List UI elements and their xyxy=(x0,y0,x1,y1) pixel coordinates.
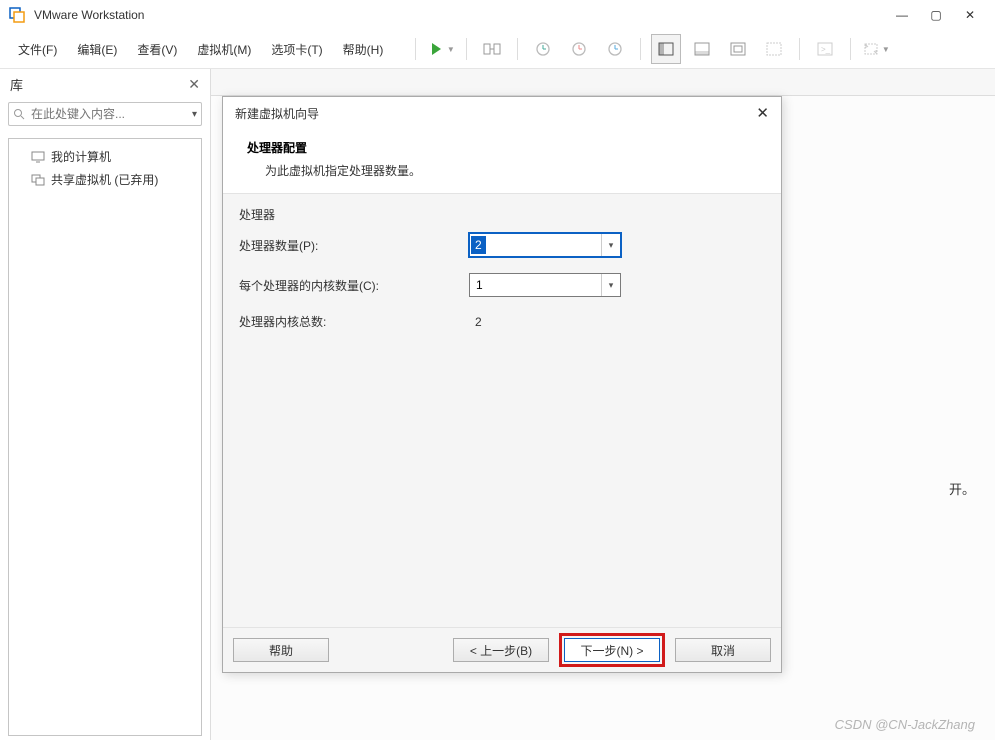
next-button[interactable]: 下一步(N) > xyxy=(564,638,660,662)
group-title: 处理器 xyxy=(239,206,765,223)
clock-icon-3[interactable] xyxy=(600,34,630,64)
dialog-title: 新建虚拟机向导 xyxy=(235,105,319,122)
cores-per-processor-label: 每个处理器的内核数量(C): xyxy=(239,277,469,294)
sidebar-search[interactable]: ▾ xyxy=(8,102,202,126)
total-cores-value: 2 xyxy=(469,315,482,329)
dialog-subheading: 为此虚拟机指定处理器数量。 xyxy=(247,162,757,179)
svg-text:>_: >_ xyxy=(821,45,831,54)
dialog-body: 处理器 处理器数量(P): 2 ▾ 每个处理器的内核数量(C): 1 ▾ xyxy=(223,193,781,627)
processor-count-value: 2 xyxy=(471,236,486,254)
tab-strip xyxy=(211,69,995,96)
tree-item-my-computer[interactable]: 我的计算机 xyxy=(13,145,197,168)
menu-edit[interactable]: 编辑(E) xyxy=(67,37,127,62)
snapshot-button[interactable] xyxy=(477,34,507,64)
stretch-button[interactable]: ▼ xyxy=(861,34,891,64)
dropdown-icon: ▼ xyxy=(447,45,455,54)
menubar: 文件(F) 编辑(E) 查看(V) 虚拟机(M) 选项卡(T) 帮助(H) xyxy=(0,36,401,62)
dialog-footer: 帮助 < 上一步(B) 下一步(N) > 取消 xyxy=(223,627,781,672)
processor-group: 处理器 处理器数量(P): 2 ▾ 每个处理器的内核数量(C): 1 ▾ xyxy=(227,198,777,350)
menu-help[interactable]: 帮助(H) xyxy=(333,37,394,62)
toolbar-separator xyxy=(415,38,416,60)
toolbar-separator xyxy=(640,38,641,60)
window-controls: — ▢ ✕ xyxy=(885,3,987,27)
view-thumbnail-button[interactable] xyxy=(687,34,717,64)
cores-per-processor-row: 每个处理器的内核数量(C): 1 ▾ xyxy=(239,273,765,297)
sidebar-tree: 我的计算机 共享虚拟机 (已弃用) xyxy=(8,138,202,736)
toolbar: ▼ >_ ▼ xyxy=(401,30,995,68)
dialog-header: 处理器配置 为此虚拟机指定处理器数量。 xyxy=(223,129,781,193)
total-cores-label: 处理器内核总数: xyxy=(239,313,469,330)
search-input[interactable] xyxy=(29,104,192,124)
menu-tabs[interactable]: 选项卡(T) xyxy=(261,37,332,62)
view-fullscreen-button[interactable] xyxy=(723,34,753,64)
processor-count-row: 处理器数量(P): 2 ▾ xyxy=(239,233,765,257)
power-on-button[interactable]: ▼ xyxy=(426,34,456,64)
app-icon xyxy=(8,6,26,24)
back-button[interactable]: < 上一步(B) xyxy=(453,638,549,662)
menu-vm[interactable]: 虚拟机(M) xyxy=(187,37,261,62)
view-sidebar-button[interactable] xyxy=(651,34,681,64)
toolbar-separator xyxy=(517,38,518,60)
tree-item-label: 共享虚拟机 (已弃用) xyxy=(51,171,158,188)
toolbar-separator xyxy=(850,38,851,60)
clock-icon-1[interactable] xyxy=(528,34,558,64)
processor-count-label: 处理器数量(P): xyxy=(239,237,469,254)
maximize-button[interactable]: ▢ xyxy=(919,3,953,27)
background-text-fragment: 开。 xyxy=(949,479,975,498)
toolbar-separator xyxy=(799,38,800,60)
search-dropdown-icon[interactable]: ▾ xyxy=(192,109,197,120)
clock-icon-2[interactable] xyxy=(564,34,594,64)
shared-icon xyxy=(31,173,45,187)
dialog-titlebar[interactable]: 新建虚拟机向导 ✕ xyxy=(223,97,781,129)
sidebar: 库 ✕ ▾ 我的计算机 共享虚拟机 (已弃用) xyxy=(0,69,211,740)
dialog-heading: 处理器配置 xyxy=(247,139,757,156)
new-vm-wizard-dialog: 新建虚拟机向导 ✕ 处理器配置 为此虚拟机指定处理器数量。 处理器 处理器数量(… xyxy=(222,96,782,673)
cores-per-processor-select[interactable]: 1 ▾ xyxy=(469,273,621,297)
monitor-icon xyxy=(31,150,45,164)
console-button[interactable]: >_ xyxy=(810,34,840,64)
menu-view[interactable]: 查看(V) xyxy=(127,37,187,62)
chevron-down-icon: ▾ xyxy=(601,234,620,256)
close-button[interactable]: ✕ xyxy=(953,3,987,27)
app-title: VMware Workstation xyxy=(34,8,144,22)
search-icon xyxy=(13,108,25,120)
minimize-button[interactable]: — xyxy=(885,3,919,27)
cores-per-processor-value: 1 xyxy=(470,278,601,292)
total-cores-row: 处理器内核总数: 2 xyxy=(239,313,765,330)
toolbar-separator xyxy=(466,38,467,60)
sidebar-close-button[interactable]: ✕ xyxy=(188,76,200,93)
processor-count-select[interactable]: 2 ▾ xyxy=(469,233,621,257)
help-button[interactable]: 帮助 xyxy=(233,638,329,662)
dialog-close-button[interactable]: ✕ xyxy=(756,104,769,122)
tree-item-shared-vms[interactable]: 共享虚拟机 (已弃用) xyxy=(13,168,197,191)
chevron-down-icon: ▾ xyxy=(601,274,620,296)
menu-file[interactable]: 文件(F) xyxy=(8,37,67,62)
cancel-button[interactable]: 取消 xyxy=(675,638,771,662)
sidebar-title: 库 xyxy=(10,75,23,94)
view-unity-button[interactable] xyxy=(759,34,789,64)
dropdown-icon: ▼ xyxy=(882,45,890,54)
next-button-highlight: 下一步(N) > xyxy=(559,633,665,667)
tree-item-label: 我的计算机 xyxy=(51,148,111,165)
titlebar: VMware Workstation — ▢ ✕ xyxy=(0,0,995,30)
watermark: CSDN @CN-JackZhang xyxy=(835,717,975,732)
